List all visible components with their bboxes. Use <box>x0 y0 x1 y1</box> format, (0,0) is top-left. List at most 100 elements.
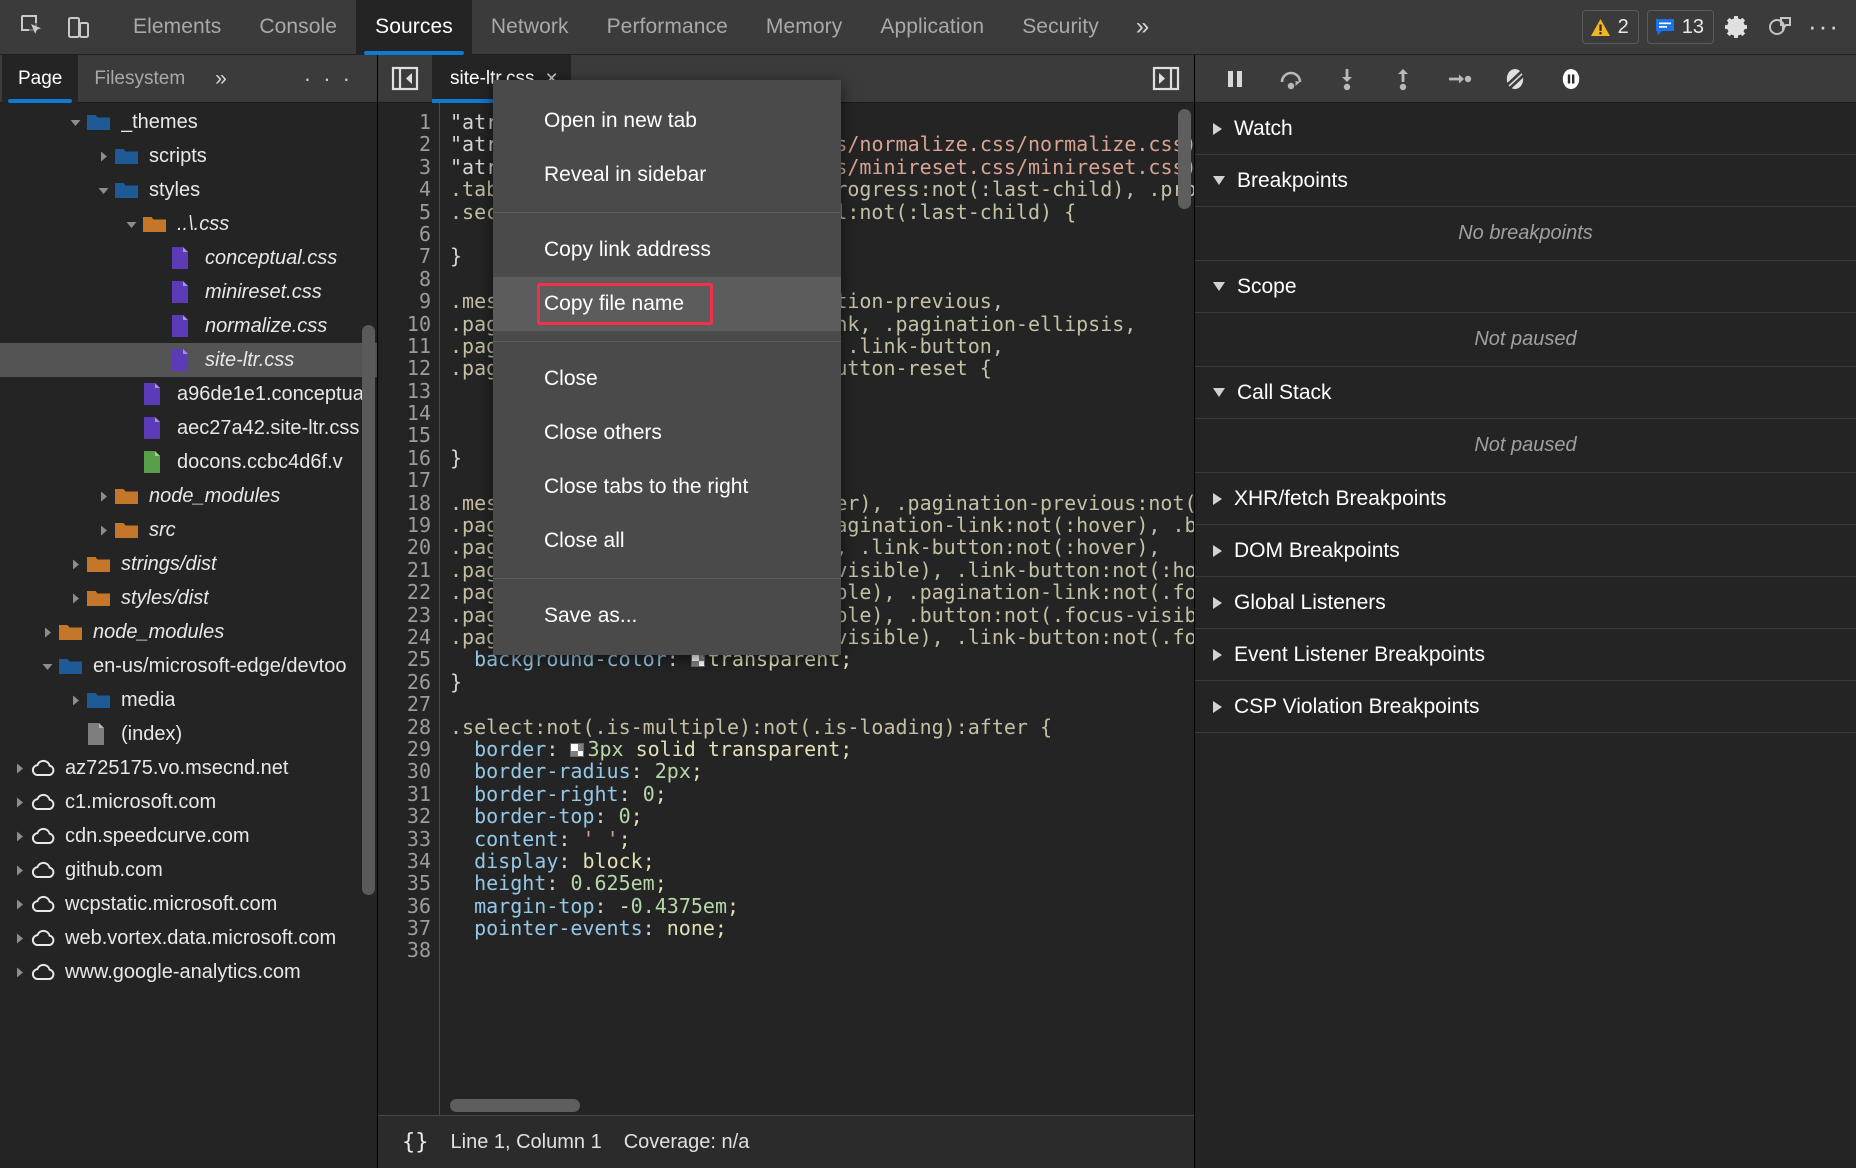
tree-item[interactable]: az725175.vo.msecnd.net <box>0 751 377 785</box>
tree-item[interactable]: github.com <box>0 853 377 887</box>
chevron-right-icon[interactable] <box>8 830 30 843</box>
chevron-down-icon[interactable] <box>120 218 142 231</box>
tab-performance[interactable]: Performance <box>588 0 747 55</box>
editor-horizontal-scrollbar[interactable] <box>450 1099 580 1112</box>
color-swatch-icon[interactable] <box>570 743 584 757</box>
chevron-right-icon[interactable] <box>8 898 30 911</box>
chevron-right-icon[interactable] <box>92 150 114 163</box>
chevron-right-icon[interactable] <box>64 592 86 605</box>
context-menu-item-save-as[interactable]: Save as... <box>493 589 841 643</box>
navigator-tab-filesystem[interactable]: Filesystem <box>78 55 201 103</box>
pause-on-exceptions-button[interactable] <box>1545 57 1597 101</box>
navigator-more-chevron-icon[interactable]: » <box>201 67 241 91</box>
tab-sources[interactable]: Sources <box>356 0 472 55</box>
tree-item[interactable]: (index) <box>0 717 377 751</box>
context-menu-item-close[interactable]: Close <box>493 352 841 406</box>
line-number: 29 <box>378 738 431 760</box>
tree-item[interactable]: c1.microsoft.com <box>0 785 377 819</box>
tree-item[interactable]: media <box>0 683 377 717</box>
chevron-right-icon[interactable] <box>92 524 114 537</box>
tree-item[interactable]: site-ltr.css <box>0 343 377 377</box>
tree-item[interactable]: a96de1e1.conceptual <box>0 377 377 411</box>
tab-memory[interactable]: Memory <box>747 0 861 55</box>
color-swatch-icon[interactable] <box>691 653 705 667</box>
step-into-button[interactable] <box>1321 57 1373 101</box>
pause-resume-button[interactable] <box>1209 57 1261 101</box>
navigator-tab-page[interactable]: Page <box>2 55 78 103</box>
tab-application[interactable]: Application <box>861 0 1003 55</box>
context-menu-item-copy-file-name[interactable]: Copy file name <box>493 277 841 331</box>
context-menu-item-open-in-new-tab[interactable]: Open in new tab <box>493 94 841 148</box>
step-over-button[interactable] <box>1265 57 1317 101</box>
navigator-scrollbar[interactable] <box>362 325 375 895</box>
device-toolbar-icon[interactable] <box>56 6 102 48</box>
context-menu-item-close-tabs-to-the-right[interactable]: Close tabs to the right <box>493 460 841 514</box>
deactivate-breakpoints-button[interactable] <box>1489 57 1541 101</box>
tab-elements[interactable]: Elements <box>114 0 240 55</box>
feedback-icon[interactable] <box>1758 5 1802 49</box>
tab-console[interactable]: Console <box>240 0 356 55</box>
tree-item[interactable]: src <box>0 513 377 547</box>
more-options-icon[interactable]: ··· <box>1802 5 1846 49</box>
tree-item[interactable]: docons.ccbc4d6f.v <box>0 445 377 479</box>
chevron-right-icon[interactable] <box>92 490 114 503</box>
debugger-section-csp-violation-breakpoints[interactable]: CSP Violation Breakpoints <box>1195 681 1856 733</box>
tree-item[interactable]: www.google-analytics.com <box>0 955 377 989</box>
context-menu-item-close-others[interactable]: Close others <box>493 406 841 460</box>
warning-count-button[interactable]: 2 <box>1582 10 1639 44</box>
pretty-print-icon[interactable]: {} <box>402 1130 429 1155</box>
chevron-down-icon[interactable] <box>36 660 58 673</box>
tab-context-menu[interactable]: Open in new tabReveal in sidebar Copy lin… <box>493 80 841 655</box>
tree-item[interactable]: ..\.css <box>0 207 377 241</box>
collapse-navigator-icon[interactable] <box>378 55 432 103</box>
tree-item[interactable]: scripts <box>0 139 377 173</box>
editor-vertical-scrollbar[interactable] <box>1178 109 1191 209</box>
tree-item[interactable]: _themes <box>0 105 377 139</box>
gear-icon[interactable] <box>1714 5 1758 49</box>
debugger-section-event-listener-breakpoints[interactable]: Event Listener Breakpoints <box>1195 629 1856 681</box>
debugger-section-call-stack[interactable]: Call Stack <box>1195 367 1856 419</box>
navigator-more-options-icon[interactable]: · · · <box>304 66 377 92</box>
tree-item[interactable]: styles/dist <box>0 581 377 615</box>
more-panels-chevron-icon[interactable]: » <box>1118 0 1167 55</box>
context-menu-item-reveal-in-sidebar[interactable]: Reveal in sidebar <box>493 148 841 202</box>
step-button[interactable] <box>1433 57 1485 101</box>
tree-item[interactable]: normalize.css <box>0 309 377 343</box>
tree-item[interactable]: en-us/microsoft-edge/devtoo <box>0 649 377 683</box>
chevron-right-icon[interactable] <box>8 932 30 945</box>
message-count-button[interactable]: 13 <box>1647 10 1714 44</box>
chevron-right-icon[interactable] <box>8 864 30 877</box>
chevron-right-icon[interactable] <box>8 796 30 809</box>
tree-item[interactable]: cdn.speedcurve.com <box>0 819 377 853</box>
debugger-section-watch[interactable]: Watch <box>1195 103 1856 155</box>
tree-item[interactable]: wcpstatic.microsoft.com <box>0 887 377 921</box>
tree-item[interactable]: node_modules <box>0 615 377 649</box>
chevron-right-icon[interactable] <box>8 762 30 775</box>
debugger-section-breakpoints[interactable]: Breakpoints <box>1195 155 1856 207</box>
debugger-section-dom-breakpoints[interactable]: DOM Breakpoints <box>1195 525 1856 577</box>
debugger-section-global-listeners[interactable]: Global Listeners <box>1195 577 1856 629</box>
context-menu-item-close-all[interactable]: Close all <box>493 514 841 568</box>
inspect-element-icon[interactable] <box>10 6 56 48</box>
line-number: 12 <box>378 357 431 379</box>
tree-item[interactable]: strings/dist <box>0 547 377 581</box>
tree-item[interactable]: conceptual.css <box>0 241 377 275</box>
tab-network[interactable]: Network <box>472 0 588 55</box>
step-out-button[interactable] <box>1377 57 1429 101</box>
chevron-down-icon[interactable] <box>92 184 114 197</box>
tree-item[interactable]: styles <box>0 173 377 207</box>
chevron-right-icon[interactable] <box>8 966 30 979</box>
chevron-right-icon[interactable] <box>64 558 86 571</box>
tree-item[interactable]: aec27a42.site-ltr.css <box>0 411 377 445</box>
chevron-down-icon[interactable] <box>64 116 86 129</box>
tree-item[interactable]: node_modules <box>0 479 377 513</box>
tree-item[interactable]: web.vortex.data.microsoft.com <box>0 921 377 955</box>
debugger-section-scope[interactable]: Scope <box>1195 261 1856 313</box>
chevron-right-icon[interactable] <box>36 626 58 639</box>
debugger-section-xhr-fetch-breakpoints[interactable]: XHR/fetch Breakpoints <box>1195 473 1856 525</box>
context-menu-item-copy-link-address[interactable]: Copy link address <box>493 223 841 277</box>
expand-debugger-icon[interactable] <box>1138 55 1194 103</box>
tab-security[interactable]: Security <box>1003 0 1118 55</box>
chevron-right-icon[interactable] <box>64 694 86 707</box>
tree-item[interactable]: minireset.css <box>0 275 377 309</box>
